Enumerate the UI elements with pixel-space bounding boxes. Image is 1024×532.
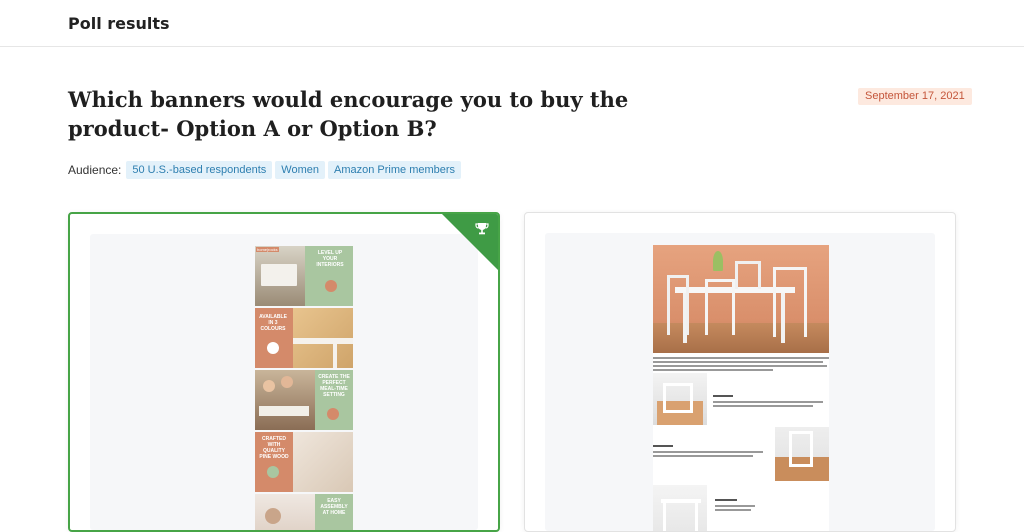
poll-question: Which banners would encourage you to buy… bbox=[68, 87, 629, 141]
tile-caption: AVAILABLE IN 3 COLOURS bbox=[259, 314, 287, 332]
option-b-banner-image[interactable] bbox=[653, 245, 829, 531]
audience-row: Audience: 50 U.S.-based respondents Wome… bbox=[68, 161, 462, 179]
detail-photo-2 bbox=[775, 427, 829, 481]
option-b-image-frame bbox=[545, 233, 935, 531]
audience-label: Audience: bbox=[68, 163, 122, 177]
top-bar: Poll results bbox=[0, 0, 1024, 47]
winner-badge bbox=[441, 214, 498, 271]
banner-tile-4: CRAFTED WITH QUALITY PINE WOOD bbox=[255, 432, 353, 492]
banner-tile-5: EASY ASSEMBLY AT HOME bbox=[255, 494, 353, 530]
tile-caption: LEVEL UP YOUR INTERIORS bbox=[316, 250, 344, 268]
tile-caption: EASY ASSEMBLY AT HOME bbox=[320, 498, 348, 516]
dining-set-photo bbox=[653, 245, 829, 353]
banner-tile-3: CREATE THE PERFECT MEAL-TIME SETTING bbox=[255, 370, 353, 430]
date-badge: September 17, 2021 bbox=[858, 88, 972, 105]
banner-tile-1: home|rocks LEVEL UP YOUR INTERIORS bbox=[255, 246, 353, 306]
audience-tag[interactable]: 50 U.S.-based respondents bbox=[126, 161, 273, 179]
option-a-image-frame: home|rocks LEVEL UP YOUR INTERIORS AVAIL… bbox=[90, 234, 478, 530]
audience-tag[interactable]: Amazon Prime members bbox=[328, 161, 462, 179]
brand-logo: home|rocks bbox=[256, 247, 279, 252]
tile-caption: CREATE THE PERFECT MEAL-TIME SETTING bbox=[318, 374, 350, 398]
detail-photo-3 bbox=[653, 485, 707, 531]
option-a-card[interactable]: home|rocks LEVEL UP YOUR INTERIORS AVAIL… bbox=[68, 212, 500, 532]
trophy-icon bbox=[475, 223, 489, 235]
option-a-banner-image[interactable]: home|rocks LEVEL UP YOUR INTERIORS AVAIL… bbox=[255, 246, 353, 530]
tile-caption: CRAFTED WITH QUALITY PINE WOOD bbox=[259, 436, 289, 460]
option-b-card[interactable] bbox=[524, 212, 956, 532]
banner-tile-2: AVAILABLE IN 3 COLOURS bbox=[255, 308, 353, 368]
page-title: Poll results bbox=[68, 14, 170, 33]
audience-tag[interactable]: Women bbox=[275, 161, 325, 179]
detail-photo-1 bbox=[653, 373, 707, 425]
